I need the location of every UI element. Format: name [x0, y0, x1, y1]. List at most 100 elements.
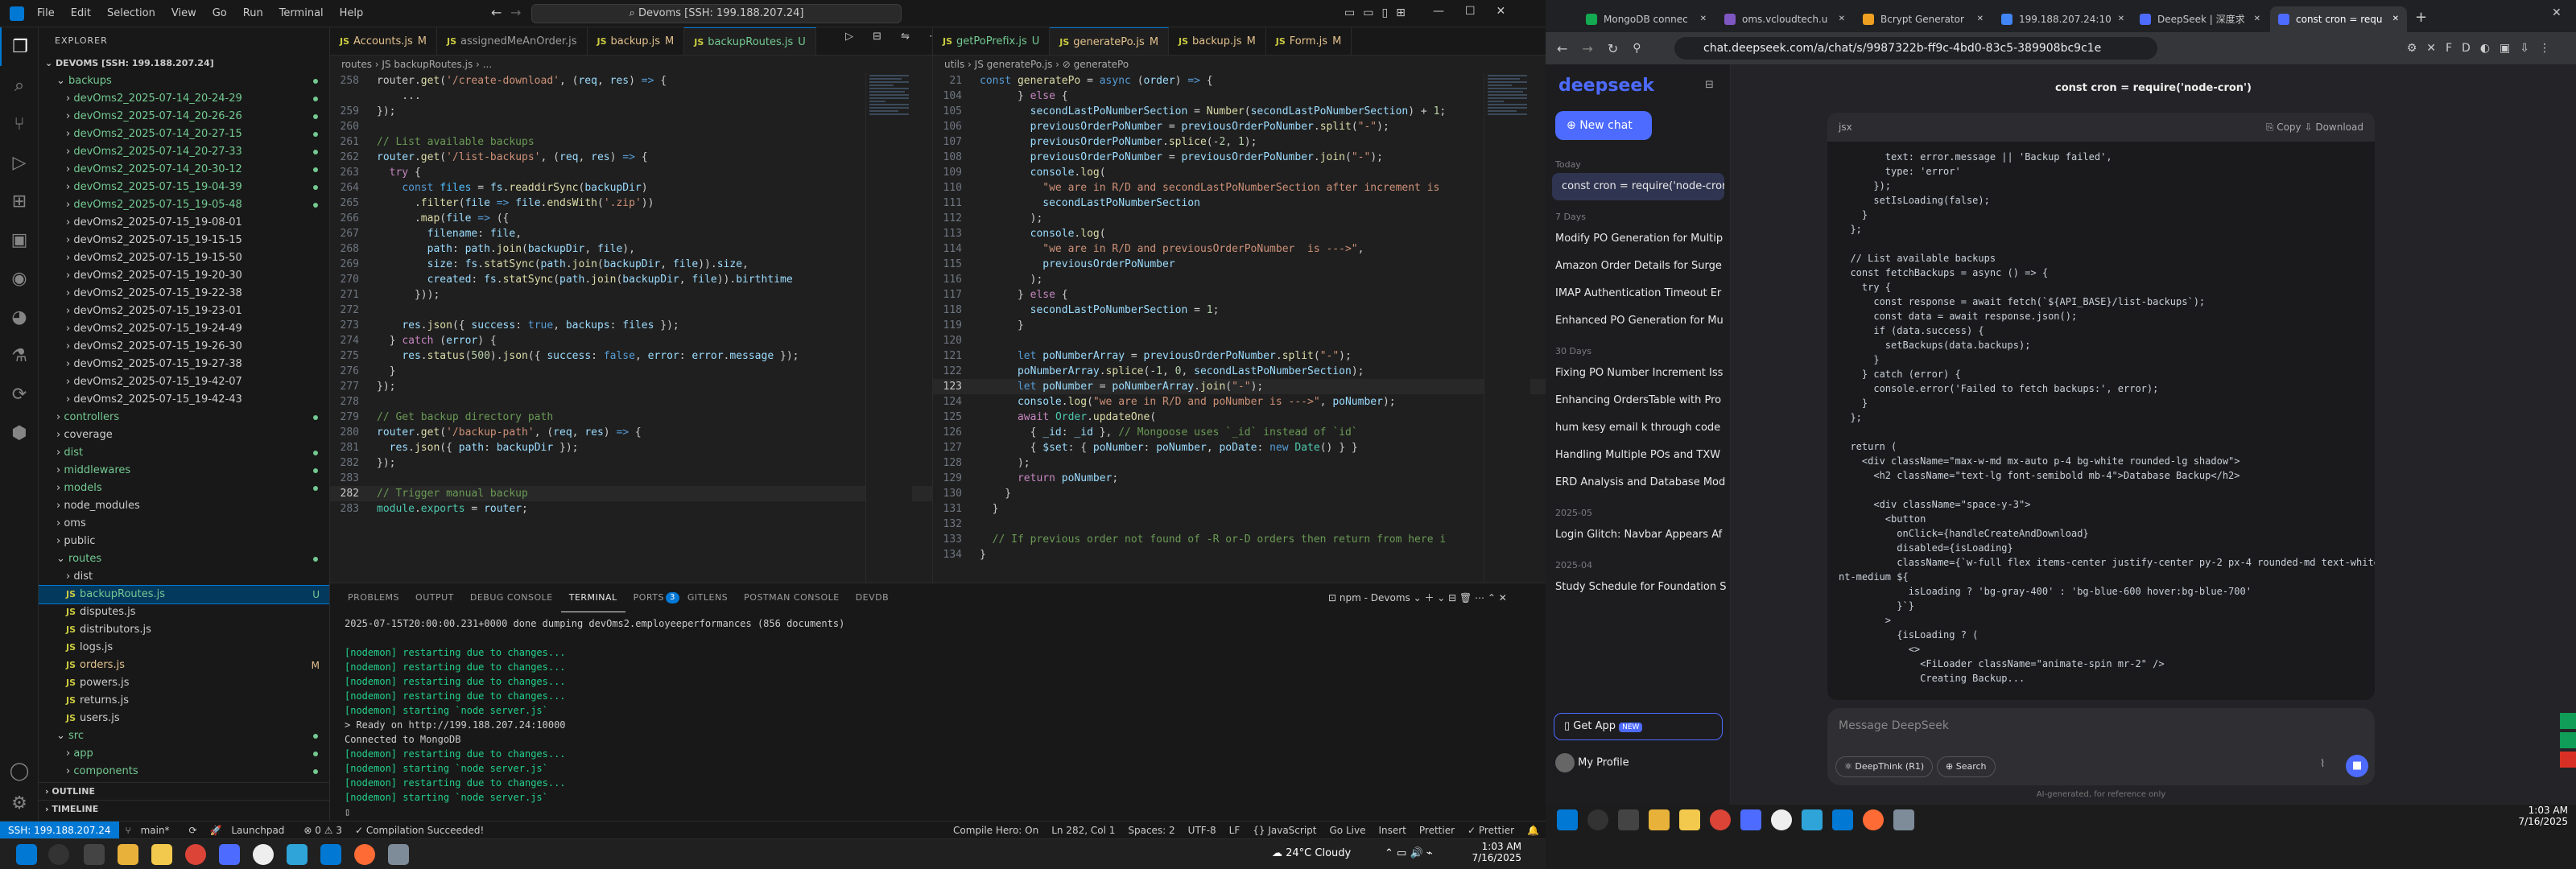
- zoom-icon[interactable]: [219, 844, 240, 865]
- zoom-icon[interactable]: [1740, 809, 1761, 830]
- tree-item-folder[interactable]: › dist: [39, 568, 329, 586]
- editor-tab[interactable]: JS assignedMeAnOrder.js: [437, 27, 588, 55]
- breadcrumb[interactable]: utils › JS generatePo.js › ⊘ generatePo: [933, 56, 1546, 73]
- layout-controls[interactable]: ▭▭▯⊞: [1344, 6, 1414, 19]
- clock[interactable]: 1:03 AM 7/16/2025: [2496, 805, 2568, 827]
- collapse-sidebar-icon[interactable]: ⊟: [1705, 79, 1714, 91]
- git-branch[interactable]: ⑂ main*: [119, 825, 183, 836]
- tree-item-folder[interactable]: › devOms2_2025-07-15_19-26-30: [39, 338, 329, 356]
- history-item[interactable]: Enhancing OrdersTable with Pro: [1546, 387, 1731, 414]
- tree-item-folder[interactable]: › oms: [39, 515, 329, 533]
- history-item[interactable]: Amazon Order Details for Surge: [1546, 253, 1731, 280]
- attach-icon[interactable]: ⌇: [2320, 758, 2325, 770]
- tree-item-js[interactable]: JS orders.js M: [39, 657, 329, 674]
- postman-taskbar-icon[interactable]: [1863, 809, 1884, 830]
- extensions-icon[interactable]: ⊞: [0, 182, 39, 220]
- browser-tab[interactable]: oms.vcloudtech.u ✕: [1716, 6, 1853, 32]
- copy-button[interactable]: ⎘ Copy: [2266, 121, 2301, 133]
- task-view-icon[interactable]: [1618, 809, 1639, 830]
- insert-mode[interactable]: Insert: [1372, 825, 1412, 836]
- app-icon[interactable]: [1771, 809, 1792, 830]
- menu-file[interactable]: File: [29, 0, 63, 27]
- tree-item-folder[interactable]: › devOms2_2025-07-15_19-27-38: [39, 356, 329, 373]
- tree-item-js[interactable]: JS logs.js: [39, 639, 329, 657]
- history-item[interactable]: Enhanced PO Generation for Mu: [1546, 307, 1731, 335]
- launchpad[interactable]: 🚀 Launchpad: [204, 825, 298, 836]
- clock[interactable]: 1:03 AM 7/16/2025: [1449, 841, 1521, 863]
- tab-close-icon[interactable]: ✕: [1700, 6, 1707, 32]
- search-icon[interactable]: [1587, 809, 1608, 830]
- terminal-output[interactable]: 2025-07-15T20:00:00.231+0000 done dumpin…: [330, 612, 1546, 824]
- browser-tab[interactable]: MongoDB connec ✕: [1578, 6, 1715, 32]
- compile-hero[interactable]: Compile Hero: On: [947, 825, 1045, 836]
- tree-item-folder[interactable]: › devOms2_2025-07-15_19-04-39: [39, 179, 329, 196]
- testing-icon[interactable]: ⚗: [0, 336, 39, 375]
- tree-item-folder[interactable]: › devOms2_2025-07-14_20-26-26: [39, 108, 329, 126]
- store-icon[interactable]: [151, 844, 172, 865]
- search-toggle[interactable]: ⊕ Search: [1937, 756, 1996, 777]
- address-bar[interactable]: chat.deepseek.com/a/chat/s/9987322b-ff9c…: [1674, 37, 2157, 60]
- app-icon-3[interactable]: [388, 844, 409, 865]
- panel-tab-gitlens[interactable]: GITLENS: [679, 583, 736, 612]
- reload-icon[interactable]: ↻: [1608, 41, 1618, 56]
- side-badge-red[interactable]: [2560, 752, 2576, 768]
- back-icon[interactable]: ←: [1557, 41, 1567, 56]
- tree-item-folder[interactable]: › controllers: [39, 409, 329, 426]
- tree-item-folder[interactable]: › devOms2_2025-07-15_19-05-48: [39, 196, 329, 214]
- side-badge-green-2[interactable]: [2560, 732, 2576, 748]
- editor2-code[interactable]: 21 const generatePo = async (order) => {1…: [933, 73, 1546, 562]
- tree-item-folder[interactable]: ⌄ src: [39, 727, 329, 745]
- deepthink-toggle[interactable]: ⚛ DeepThink (R1): [1835, 756, 1934, 777]
- tree-item-folder[interactable]: › devOms2_2025-07-15_19-42-07: [39, 373, 329, 391]
- tree-item-folder[interactable]: › devOms2_2025-07-15_19-42-43: [39, 391, 329, 409]
- app-icon-2[interactable]: [1802, 809, 1823, 830]
- editor-tab[interactable]: JS generatePo.js M: [1050, 27, 1170, 55]
- tree-item-folder[interactable]: › devOms2_2025-07-15_19-15-15: [39, 232, 329, 249]
- editor-tab[interactable]: JS backupRoutes.js U: [684, 27, 816, 55]
- code-content[interactable]: text: error.message || 'Backup failed', …: [1827, 142, 2375, 694]
- get-app-button[interactable]: ▯ Get App NEW: [1554, 713, 1723, 740]
- sync-icon[interactable]: ⟳: [183, 825, 204, 836]
- tree-item-js[interactable]: JS returns.js: [39, 692, 329, 710]
- history-item[interactable]: Study Schedule for Foundation S: [1546, 574, 1731, 601]
- search-icon[interactable]: ⌕: [0, 66, 39, 105]
- prettier-1[interactable]: Prettier: [1413, 825, 1461, 836]
- menu-run[interactable]: Run: [235, 0, 271, 27]
- app-icon[interactable]: [253, 844, 274, 865]
- download-button[interactable]: ⇩ Download: [2304, 121, 2363, 133]
- message-input[interactable]: Message DeepSeek: [1839, 719, 1949, 732]
- gitlens-icon[interactable]: ◉: [0, 259, 39, 298]
- tree-item-folder[interactable]: › devOms2_2025-07-15_19-08-01: [39, 214, 329, 232]
- send-button[interactable]: ■: [2346, 755, 2368, 777]
- close-window-icon[interactable]: ✕: [2552, 6, 2562, 19]
- editor-tab[interactable]: JS Form.js M: [1266, 27, 1352, 55]
- file-explorer-icon[interactable]: [118, 844, 138, 865]
- menu-view[interactable]: View: [163, 0, 204, 27]
- panel-tab-postman-console[interactable]: POSTMAN CONSOLE: [736, 583, 848, 612]
- postman-icon[interactable]: ◕: [0, 298, 39, 336]
- tree-item-js[interactable]: JS backupRoutes.js U: [39, 585, 329, 604]
- panel-tab-debug-console[interactable]: DEBUG CONSOLE: [462, 583, 561, 612]
- search-icon[interactable]: [48, 844, 69, 865]
- timeline-section[interactable]: › TIMELINE: [39, 800, 329, 818]
- tree-item-folder[interactable]: › devOms2_2025-07-14_20-30-12: [39, 161, 329, 179]
- tree-item-folder[interactable]: › devOms2_2025-07-14_20-27-15: [39, 126, 329, 143]
- history-item[interactable]: IMAP Authentication Timeout Er: [1546, 280, 1731, 307]
- vscode-taskbar-icon[interactable]: [1832, 809, 1853, 830]
- tab-close-icon[interactable]: ✕: [1977, 6, 1984, 32]
- new-chat-button[interactable]: ⊕ New chat: [1555, 111, 1652, 140]
- tree-item-folder[interactable]: › coverage: [39, 426, 329, 444]
- extension-icons[interactable]: ⚙✕FD◐▣⇩⋮: [2407, 42, 2560, 55]
- terminal-selector[interactable]: ⊡ npm - Devoms ⌄ ＋ ⌄ ⊟ 🗑 ⋯ ⌃ ✕: [1328, 591, 1507, 604]
- tree-item-folder[interactable]: › devOms2_2025-07-15_19-20-30: [39, 267, 329, 285]
- back-arrow-icon[interactable]: ←: [491, 5, 502, 20]
- tab-close-icon[interactable]: ✕: [2254, 6, 2260, 32]
- editor-tab[interactable]: JS backup.js M: [1169, 27, 1266, 55]
- compile-status[interactable]: ✓ Compilation Succeeded!: [349, 825, 490, 836]
- docker-icon[interactable]: ⬢: [0, 414, 39, 452]
- go-live[interactable]: Go Live: [1323, 825, 1373, 836]
- minimap[interactable]: [1484, 73, 1530, 583]
- browser-tab[interactable]: 199.188.207.24:10 ✕: [1993, 6, 2130, 32]
- command-center[interactable]: ⌕ Devoms [SSH: 199.188.207.24]: [531, 4, 902, 23]
- cursor-position[interactable]: Ln 282, Col 1: [1045, 825, 1121, 836]
